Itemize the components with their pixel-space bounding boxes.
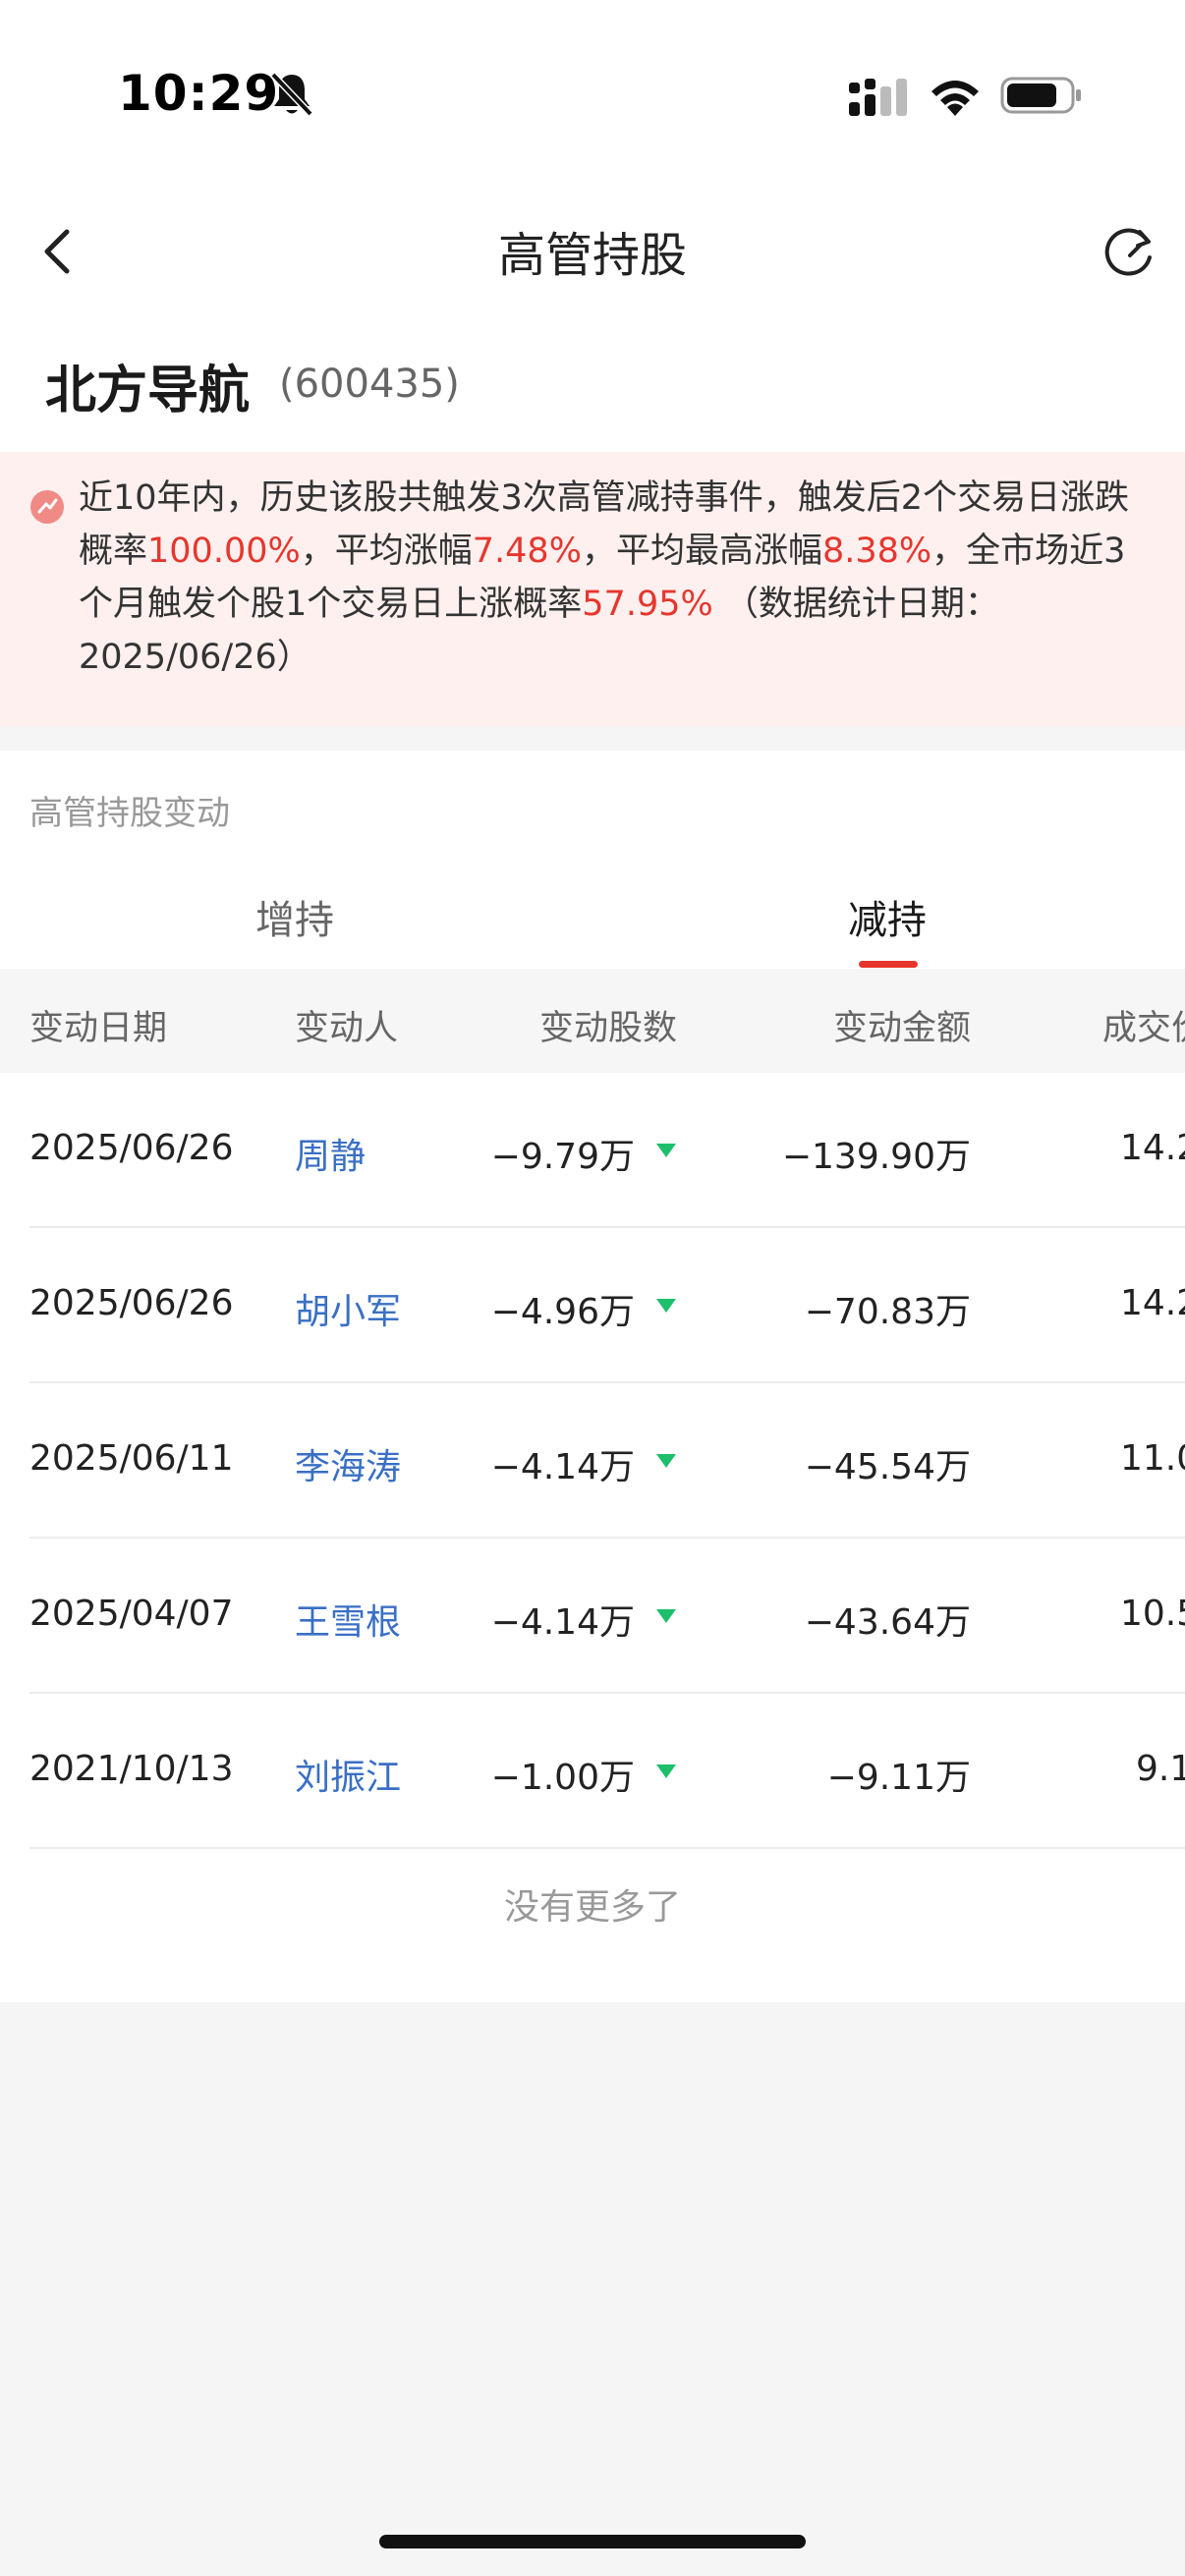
table-row[interactable]: 2025/06/26 周静 −9.79万 −139.90万 14.29 <box>0 1073 1185 1228</box>
cellular-signal-icon <box>849 79 907 116</box>
table-row[interactable]: 2025/06/11 李海涛 −4.14万 −45.54万 11.00 <box>0 1383 1185 1539</box>
active-tab-indicator <box>859 961 918 968</box>
status-time: 10:29 <box>118 65 280 122</box>
home-indicator[interactable] <box>379 2535 806 2548</box>
section-title: 高管持股变动 <box>29 794 230 833</box>
tab-decrease[interactable]: 减持 <box>592 888 1182 945</box>
down-triangle-icon <box>656 1299 676 1313</box>
row-amount: −43.64万 <box>804 1602 971 1643</box>
row-price: 10.54 <box>1120 1594 1185 1634</box>
header-person[interactable]: 变动人 <box>295 1000 398 1050</box>
notice-text-part: ，平均最高涨幅 <box>581 532 822 571</box>
row-person-link[interactable]: 王雪根 <box>295 1594 401 1645</box>
row-price: 14.29 <box>1120 1128 1185 1168</box>
table-row[interactable]: 2025/06/26 胡小军 −4.96万 −70.83万 14.28 <box>0 1228 1185 1383</box>
page-title: 高管持股 <box>497 228 687 283</box>
stock-header: 北方导航 (600435) <box>0 334 1185 452</box>
nav-bar: 高管持股 <box>0 187 1185 334</box>
header-date[interactable]: 变动日期 <box>29 1000 167 1050</box>
row-divider <box>29 1847 1185 1849</box>
row-person-link[interactable]: 李海涛 <box>295 1438 401 1489</box>
row-date: 2021/10/13 <box>29 1749 234 1789</box>
stock-name: 北方导航 <box>45 362 251 420</box>
no-more-text: 没有更多了 <box>503 1887 681 1928</box>
row-amount: −45.54万 <box>804 1447 971 1487</box>
status-bar: 10:29 <box>0 0 1185 187</box>
row-person-link[interactable]: 刘振江 <box>295 1749 401 1800</box>
row-date: 2025/06/11 <box>29 1438 234 1479</box>
down-triangle-icon <box>656 1144 676 1157</box>
row-shares: −4.96万 <box>490 1292 635 1332</box>
row-amount: −70.83万 <box>804 1292 971 1332</box>
table-row[interactable]: 2021/10/13 刘振江 −1.00万 −9.11万 9.11 <box>0 1694 1185 1849</box>
battery-icon <box>1000 77 1081 114</box>
notice-highlight-value: 57.95% <box>582 585 713 624</box>
row-price: 9.11 <box>1136 1749 1185 1789</box>
row-price: 14.28 <box>1120 1283 1185 1323</box>
notice-highlight-value: 8.38% <box>821 532 932 571</box>
row-amount: −139.90万 <box>781 1137 971 1177</box>
notice-text-part: ，平均涨幅 <box>300 532 473 571</box>
row-amount: −9.11万 <box>826 1758 971 1798</box>
stock-code: (600435) <box>279 362 460 407</box>
row-shares: −9.79万 <box>490 1137 635 1177</box>
notice-text: 近10年内，历史该股共触发3次高管减持事件，触发后2个交易日涨跌概率100.00… <box>79 472 1159 684</box>
wifi-icon <box>931 81 979 116</box>
trend-up-icon <box>30 490 64 524</box>
notice-highlight-value: 7.48% <box>472 532 582 571</box>
header-price[interactable]: 成交价 <box>1102 1000 1185 1050</box>
row-shares: −4.14万 <box>490 1602 635 1643</box>
table-row[interactable]: 2025/04/07 王雪根 −4.14万 −43.64万 10.54 <box>0 1539 1185 1694</box>
row-date: 2025/06/26 <box>29 1283 234 1323</box>
bell-muted-icon <box>270 72 313 117</box>
row-person-link[interactable]: 胡小军 <box>295 1283 401 1334</box>
down-triangle-icon <box>656 1454 676 1468</box>
row-date: 2025/06/26 <box>29 1128 234 1168</box>
row-shares: −4.14万 <box>490 1447 635 1487</box>
down-triangle-icon <box>656 1764 676 1778</box>
refresh-button[interactable] <box>1100 222 1159 281</box>
holding-changes-card: 高管持股变动 增持 减持 变动日期 变动人 变动股数 变动金额 成交价 2025… <box>0 751 1185 2002</box>
row-person-link[interactable]: 周静 <box>295 1128 366 1179</box>
insider-event-notice: 近10年内，历史该股共触发3次高管减持事件，触发后2个交易日涨跌概率100.00… <box>0 452 1185 727</box>
row-price: 11.00 <box>1120 1438 1185 1479</box>
row-date: 2025/04/07 <box>29 1594 234 1634</box>
down-triangle-icon <box>656 1609 676 1623</box>
header-amount[interactable]: 变动金额 <box>833 1000 971 1050</box>
screen: 10:29 高管持股 北方导航 (600435) 近10年内，历史该股共触发3次… <box>0 0 1185 2576</box>
row-shares: −1.00万 <box>490 1758 635 1798</box>
tab-increase[interactable]: 增持 <box>0 888 590 945</box>
notice-highlight-value: 100.00% <box>147 532 301 571</box>
table-header: 变动日期 变动人 变动股数 变动金额 成交价 <box>0 969 1185 1073</box>
header-shares[interactable]: 变动股数 <box>539 1000 677 1050</box>
